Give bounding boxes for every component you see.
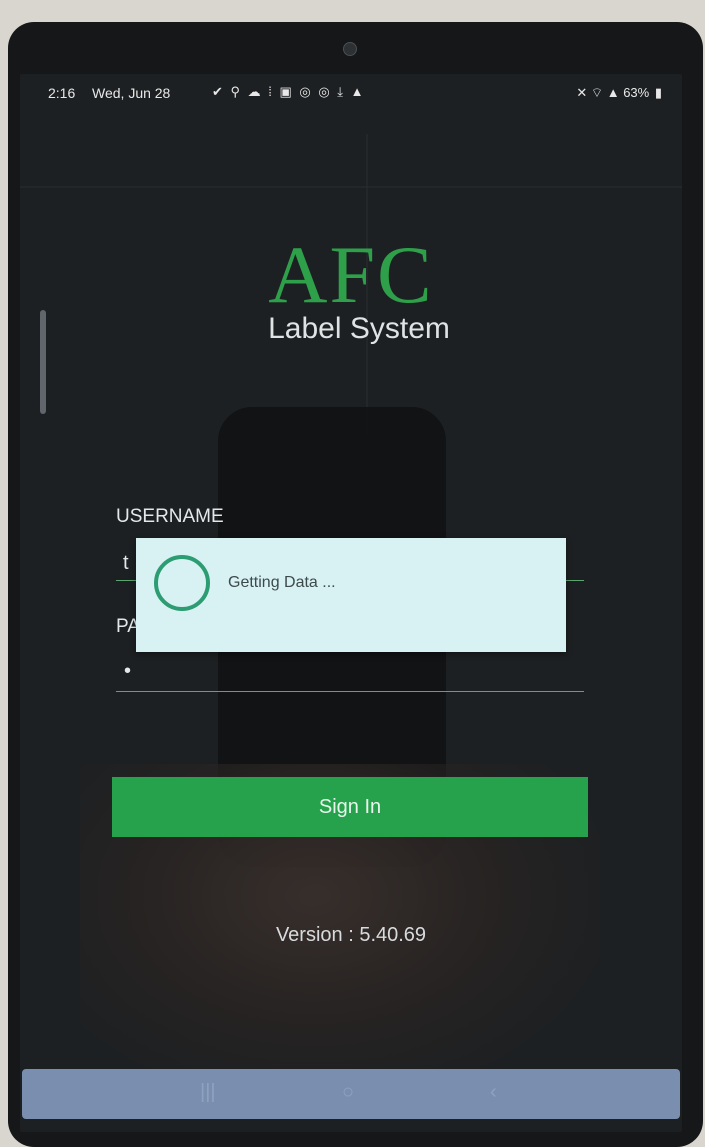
reflection-line — [20, 186, 682, 188]
logo-subtitle: Label System — [268, 312, 450, 345]
battery-icon: ▮ — [654, 85, 662, 100]
username-input[interactable]: t — [123, 552, 129, 575]
front-camera — [343, 42, 357, 56]
status-time: 2:16 — [48, 85, 76, 101]
password-input[interactable]: • — [124, 660, 131, 683]
notification-icons: ✔ ⚲ ☁ ⁞ ▣ ◎ ◎ ⤓ ▲ — [212, 84, 366, 99]
status-date: Wed, Jun 28 — [92, 85, 171, 101]
recents-icon[interactable]: ||| — [200, 1081, 216, 1104]
navigation-bar: ||| ○ ‹ — [22, 1069, 680, 1119]
password-underline — [116, 691, 584, 692]
app-logo: AFC Label System — [20, 234, 682, 346]
tablet-frame: 2:16 Wed, Jun 28 ✔ ⚲ ☁ ⁞ ▣ ◎ ◎ ⤓ ▲ ✕ ⌔ ▲… — [8, 22, 703, 1147]
battery-level: 63% — [623, 85, 650, 100]
loading-spinner-icon — [154, 555, 210, 611]
version-text: Version : 5.40.69 — [275, 924, 427, 946]
username-label: USERNAME — [116, 506, 224, 527]
home-icon[interactable]: ○ — [342, 1081, 354, 1104]
sign-in-button[interactable]: Sign In — [112, 777, 588, 837]
status-bar: 2:16 Wed, Jun 28 ✔ ⚲ ☁ ⁞ ▣ ◎ ◎ ⤓ ▲ ✕ ⌔ ▲… — [20, 74, 682, 114]
system-icons: ✕ ⌔ ▲ — [576, 85, 620, 100]
loading-message: Getting Data ... — [228, 574, 336, 591]
screen: 2:16 Wed, Jun 28 ✔ ⚲ ☁ ⁞ ▣ ◎ ◎ ⤓ ▲ ✕ ⌔ ▲… — [20, 74, 682, 1132]
back-icon[interactable]: ‹ — [490, 1081, 497, 1104]
logo-title: AFC — [268, 229, 434, 320]
loading-dialog: Getting Data ... — [136, 538, 566, 652]
system-status: ✕ ⌔ ▲ 63% ▮ — [576, 85, 662, 101]
